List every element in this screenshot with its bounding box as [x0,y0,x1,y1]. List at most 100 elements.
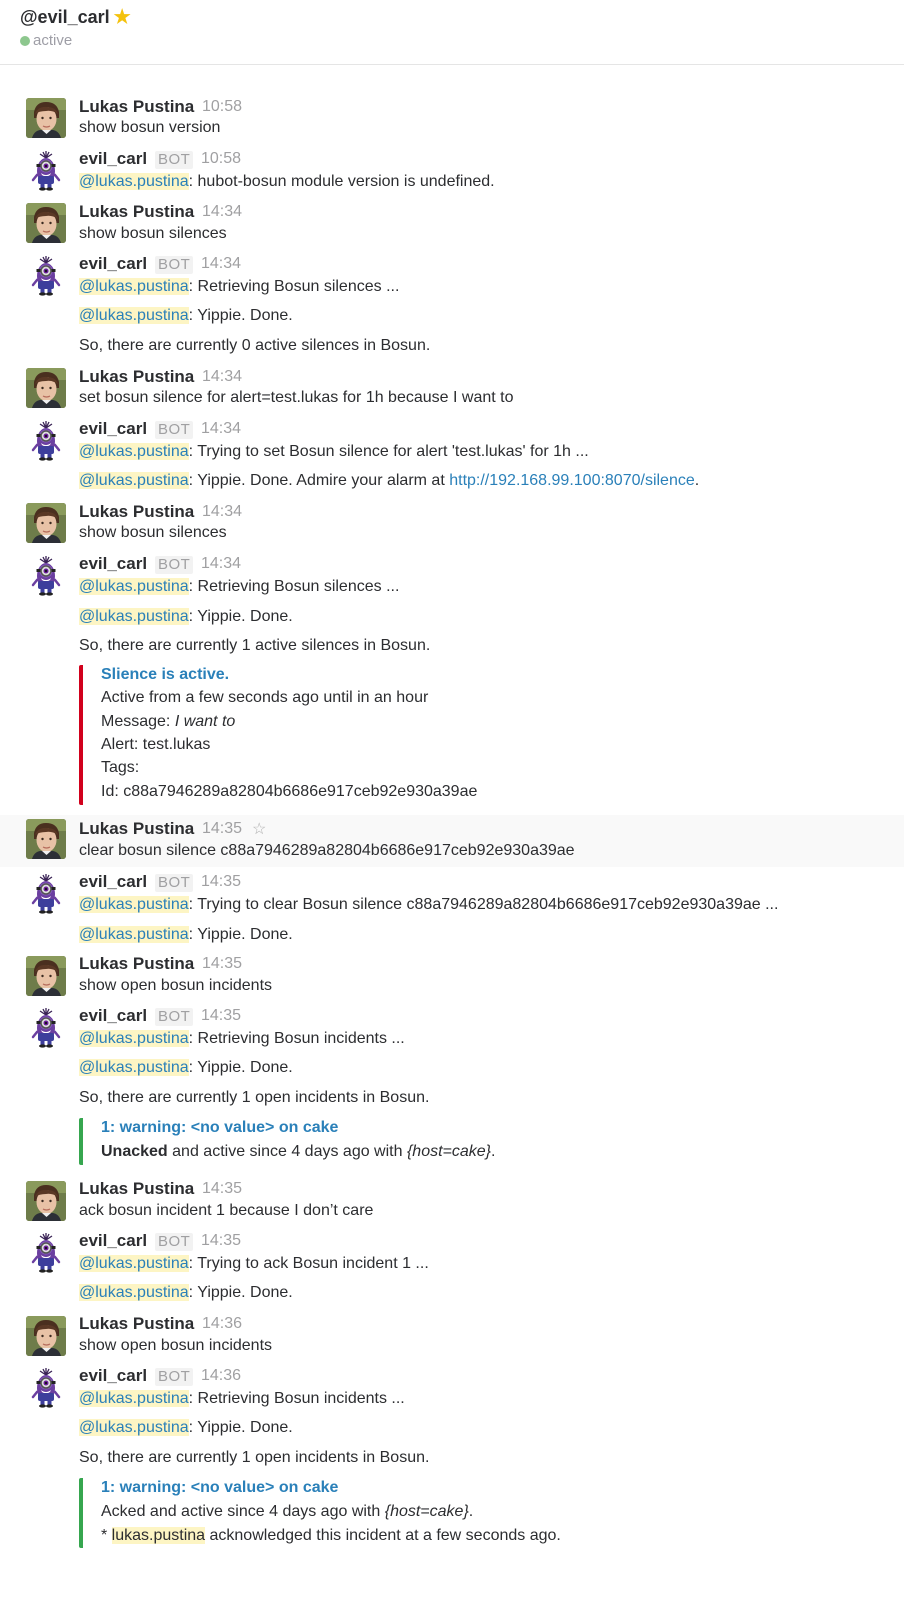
message: Lukas Pustina 10:58 show bosun version [0,96,904,144]
message-author[interactable]: Lukas Pustina [79,954,194,974]
avatar[interactable] [26,1316,66,1356]
message-author[interactable]: Lukas Pustina [79,502,194,522]
attachment-title[interactable]: 1: warning: <no value> on cake [101,1119,338,1137]
message: Lukas Pustina 14:36 show open bosun inci… [0,1313,904,1361]
bot-badge: BOT [155,1368,194,1386]
user-mention[interactable]: @lukas.pustina [79,443,189,460]
message-timestamp[interactable]: 14:34 [202,368,242,386]
silence-link[interactable]: http://192.168.99.100:8070/silence [449,472,695,489]
avatar[interactable] [26,151,66,191]
message: Lukas Pustina 14:34 set bosun silence fo… [0,366,904,414]
avatar[interactable] [26,421,66,461]
user-mention[interactable]: @lukas.pustina [79,896,189,913]
message: evil_carl BOT 14:34 @lukas.pustina: Retr… [0,253,904,361]
message-author[interactable]: Lukas Pustina [79,367,194,387]
user-mention[interactable]: @lukas.pustina [79,1030,189,1047]
message-timestamp[interactable]: 14:35 [202,820,242,838]
message-text: @lukas.pustina: Trying to set Bosun sile… [79,443,589,460]
message-author[interactable]: Lukas Pustina [79,1179,194,1199]
avatar[interactable] [26,1008,66,1048]
user-mention[interactable]: @lukas.pustina [79,1419,189,1436]
message-author[interactable]: Lukas Pustina [79,202,194,222]
message-author[interactable]: evil_carl [79,1006,147,1026]
channel-title[interactable]: @evil_carl ★ [20,6,131,29]
bot-badge: BOT [155,256,194,274]
user-mention[interactable]: @lukas.pustina [79,926,189,943]
message-author[interactable]: Lukas Pustina [79,97,194,117]
message-timestamp[interactable]: 14:35 [202,1180,242,1198]
message-timestamp[interactable]: 14:35 [201,1232,241,1250]
message-author[interactable]: Lukas Pustina [79,819,194,839]
message-timestamp[interactable]: 14:36 [202,1315,242,1333]
message-text: So, there are currently 0 active silence… [79,337,431,354]
user-mention[interactable]: @lukas.pustina [79,578,189,595]
avatar[interactable] [26,556,66,596]
message: Lukas Pustina 14:35 ☆ clear bosun silenc… [0,815,904,867]
attachment-title[interactable]: 1: warning: <no value> on cake [101,1479,338,1497]
message-text: @lukas.pustina: Trying to ack Bosun inci… [79,1255,429,1272]
attachment-line: Alert: test.lukas [101,736,211,753]
avatar[interactable] [26,503,66,543]
star-icon[interactable]: ★ [114,6,131,29]
avatar[interactable] [26,1368,66,1408]
avatar[interactable] [26,1233,66,1273]
bot-badge: BOT [155,556,194,574]
message-timestamp[interactable]: 14:35 [201,1007,241,1025]
message-text: set bosun silence for alert=test.lukas f… [79,389,514,406]
user-mention[interactable]: @lukas.pustina [79,1255,189,1272]
message-timestamp[interactable]: 14:34 [201,555,241,573]
user-mention[interactable]: lukas.pustina [111,1527,206,1544]
message-timestamp[interactable]: 14:34 [202,503,242,521]
message-author[interactable]: evil_carl [79,1366,147,1386]
message-text: @lukas.pustina: Yippie. Done. [79,608,293,625]
message-author[interactable]: evil_carl [79,872,147,892]
user-mention[interactable]: @lukas.pustina [79,608,189,625]
user-mention[interactable]: @lukas.pustina [79,173,189,190]
message-author[interactable]: evil_carl [79,419,147,439]
avatar[interactable] [26,1181,66,1221]
message-text: ack bosun incident 1 because I don’t car… [79,1202,374,1219]
user-mention[interactable]: @lukas.pustina [79,278,189,295]
avatar[interactable] [26,203,66,243]
avatar[interactable] [26,874,66,914]
user-mention[interactable]: @lukas.pustina [79,307,189,324]
message-author[interactable]: evil_carl [79,149,147,169]
avatar[interactable] [26,368,66,408]
avatar[interactable] [26,256,66,296]
message-timestamp[interactable]: 14:36 [201,1367,241,1385]
message-timestamp[interactable]: 14:34 [201,420,241,438]
user-mention[interactable]: @lukas.pustina [79,1390,189,1407]
message-text: So, there are currently 1 open incidents… [79,1089,430,1106]
message-author[interactable]: Lukas Pustina [79,1314,194,1334]
message-timestamp[interactable]: 14:35 [202,955,242,973]
user-mention[interactable]: @lukas.pustina [79,1284,189,1301]
bot-badge: BOT [155,874,194,892]
bot-badge: BOT [155,151,194,169]
attachment-title[interactable]: Slience is active. [101,666,229,684]
message-timestamp[interactable]: 10:58 [201,150,241,168]
message: Lukas Pustina 14:35 ack bosun incident 1… [0,1178,904,1226]
avatar[interactable] [26,819,66,859]
message-text: @lukas.pustina: Retrieving Bosun silence… [79,278,400,295]
user-mention[interactable]: @lukas.pustina [79,1059,189,1076]
message-timestamp[interactable]: 14:35 [201,873,241,891]
message-author[interactable]: evil_carl [79,254,147,274]
message-text: So, there are currently 1 active silence… [79,637,431,654]
message-timestamp[interactable]: 10:58 [202,98,242,116]
attachment-line: Acked and active since 4 days ago with {… [101,1503,474,1520]
user-mention[interactable]: @lukas.pustina [79,472,189,489]
message-text: @lukas.pustina: Trying to clear Bosun si… [79,896,779,913]
message-text: @lukas.pustina: Yippie. Done. [79,1284,293,1301]
star-message-icon[interactable]: ☆ [252,819,266,839]
message-timestamp[interactable]: 14:34 [202,203,242,221]
attachment-line: Id: c88a7946289a82804b6686e917ceb92e930a… [101,783,478,800]
message-timestamp[interactable]: 14:34 [201,255,241,273]
incident-attachment: 1: warning: <no value> on cake Acked and… [79,1478,643,1548]
conversation-header: @evil_carl ★ active [0,0,904,65]
message-author[interactable]: evil_carl [79,554,147,574]
message-text: show bosun silences [79,524,227,541]
avatar[interactable] [26,98,66,138]
message-text: @lukas.pustina: Yippie. Done. [79,926,293,943]
avatar[interactable] [26,956,66,996]
message-author[interactable]: evil_carl [79,1231,147,1251]
